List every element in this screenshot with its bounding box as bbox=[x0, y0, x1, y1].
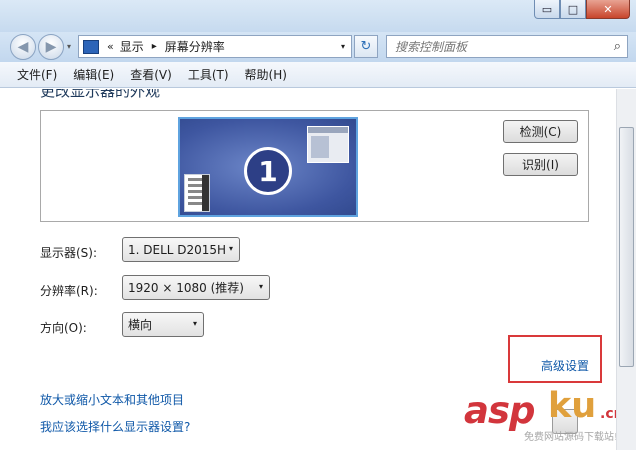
breadcrumb-screen-resolution[interactable]: 屏幕分辨率 bbox=[165, 38, 225, 55]
watermark-asp: asp bbox=[464, 389, 535, 432]
advanced-settings-link[interactable]: 高级设置 bbox=[541, 357, 589, 374]
window-thumbnail-icon bbox=[307, 126, 349, 163]
resolution-label: 分辨率(R): bbox=[40, 284, 98, 298]
display-select[interactable]: 1. DELL D2015H ▾ bbox=[122, 237, 240, 262]
display-select-value: 1. DELL D2015H bbox=[128, 242, 227, 257]
desktop-panel-icon bbox=[184, 174, 210, 212]
search-icon[interactable]: ⌕ bbox=[614, 39, 621, 54]
monitor-1-thumbnail[interactable]: 1 bbox=[178, 117, 358, 217]
main-content: 更改显示器的外观 1 检测(C) 识别(I) 显示器(S): 1. DELL D… bbox=[0, 89, 616, 450]
search-box[interactable]: ⌕ bbox=[386, 35, 628, 58]
close-icon: ✕ bbox=[603, 2, 613, 16]
resolution-select-value: 1920 × 1080 (推荐) bbox=[128, 281, 244, 295]
address-dropdown-icon[interactable]: ▾ bbox=[341, 42, 345, 51]
breadcrumb-overflow[interactable]: « bbox=[107, 40, 114, 53]
identify-button[interactable]: 识别(I) bbox=[503, 153, 578, 176]
forward-button[interactable]: ▶ bbox=[38, 34, 64, 60]
watermark-cn: .cn bbox=[600, 406, 616, 422]
back-button[interactable]: ◀ bbox=[10, 34, 36, 60]
menu-view[interactable]: 查看(V) bbox=[122, 66, 180, 83]
watermark-subtitle: 免费网站源码下载站! bbox=[524, 432, 616, 443]
control-panel-icon bbox=[83, 39, 99, 54]
resolution-select[interactable]: 1920 × 1080 (推荐) ▾ bbox=[122, 275, 270, 300]
title-bar: ▭ □ ✕ bbox=[0, 0, 636, 32]
refresh-button[interactable]: ↻ bbox=[354, 35, 378, 58]
address-bar[interactable]: « 显示 ▸ 屏幕分辨率 ▾ bbox=[78, 35, 352, 58]
close-button[interactable]: ✕ bbox=[586, 0, 630, 19]
search-input[interactable] bbox=[395, 39, 595, 54]
menu-file[interactable]: 文件(F) bbox=[9, 66, 65, 83]
window-controls: ▭ □ ✕ bbox=[534, 0, 630, 19]
monitor-preview-panel: 1 检测(C) 识别(I) bbox=[40, 110, 589, 222]
breadcrumb-separator-icon[interactable]: ▸ bbox=[152, 41, 157, 52]
detect-button[interactable]: 检测(C) bbox=[503, 120, 578, 143]
maximize-icon: □ bbox=[567, 2, 579, 16]
orientation-select[interactable]: 横向 ▾ bbox=[122, 312, 204, 337]
watermark-ku: ku bbox=[548, 386, 597, 426]
orientation-label: 方向(O): bbox=[40, 321, 87, 335]
monitor-number-badge: 1 bbox=[244, 147, 292, 195]
chevron-down-icon: ▾ bbox=[258, 282, 263, 291]
text-size-link[interactable]: 放大或缩小文本和其他项目 bbox=[40, 391, 184, 408]
minimize-icon: ▭ bbox=[541, 2, 553, 16]
scrollbar-thumb[interactable] bbox=[619, 127, 634, 367]
display-label: 显示器(S): bbox=[40, 246, 98, 260]
menu-edit[interactable]: 编辑(E) bbox=[65, 66, 122, 83]
menu-tools[interactable]: 工具(T) bbox=[180, 66, 237, 83]
display-settings-help-link[interactable]: 我应该选择什么显示器设置? bbox=[40, 418, 190, 435]
menu-bar: 文件(F) 编辑(E) 查看(V) 工具(T) 帮助(H) bbox=[0, 62, 636, 88]
breadcrumb-display[interactable]: 显示 bbox=[120, 38, 144, 55]
navigation-bar: ◀ ▶ ▾ « 显示 ▸ 屏幕分辨率 ▾ ↻ ⌕ bbox=[0, 32, 636, 62]
orientation-select-value: 横向 bbox=[128, 318, 153, 332]
chevron-down-icon: ▾ bbox=[228, 244, 233, 253]
chevron-down-icon: ▾ bbox=[192, 319, 197, 328]
maximize-button[interactable]: □ bbox=[560, 0, 586, 19]
page-heading: 更改显示器的外观 bbox=[40, 89, 161, 100]
recent-pages-dropdown-icon[interactable]: ▾ bbox=[67, 42, 71, 51]
back-arrow-icon: ◀ bbox=[17, 39, 29, 55]
minimize-button[interactable]: ▭ bbox=[534, 0, 560, 19]
vertical-scrollbar[interactable] bbox=[616, 89, 636, 450]
refresh-icon: ↻ bbox=[360, 39, 372, 54]
menu-help[interactable]: 帮助(H) bbox=[237, 66, 295, 83]
forward-arrow-icon: ▶ bbox=[45, 39, 57, 55]
